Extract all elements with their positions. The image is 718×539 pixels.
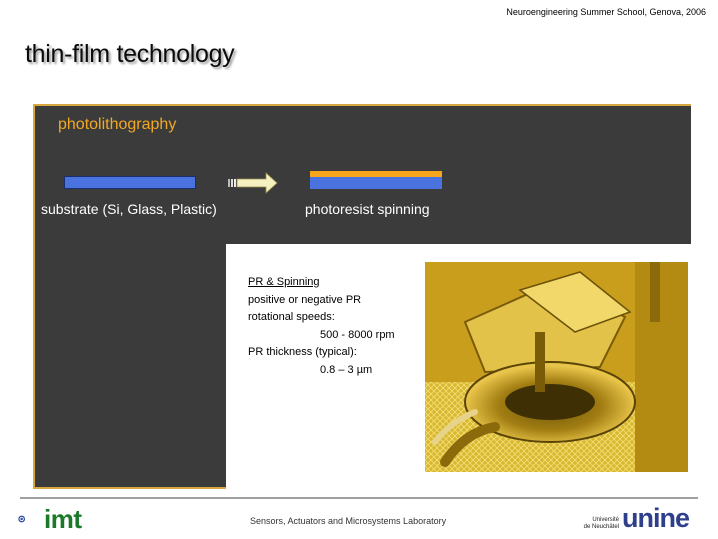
section-heading: photolithography <box>58 116 177 133</box>
unine-caption-line: de Neuchâtel <box>583 524 619 530</box>
info-box: PR & Spinning positive or negative PR ro… <box>248 274 395 379</box>
header-note: Neuroengineering Summer School, Genova, … <box>506 7 706 17</box>
info-line: rotational speeds: <box>248 311 335 323</box>
info-line: PR thickness (typical): <box>248 346 357 358</box>
unine-logo: unine <box>622 503 690 533</box>
photoresist-label: photoresist spinning <box>305 201 430 217</box>
footer-lab-name: Sensors, Actuators and Microsystems Labo… <box>250 516 447 526</box>
arrow-right-icon <box>228 172 278 194</box>
info-title: PR & Spinning <box>248 276 320 288</box>
spin-coater-photo <box>425 262 688 472</box>
coated-substrate-diagram <box>310 177 442 189</box>
slide-title: thin-film technology <box>25 40 235 68</box>
substrate-diagram <box>64 176 196 189</box>
unine-logo-caption: Université de Neuchâtel <box>583 517 619 531</box>
info-line: positive or negative PR <box>248 293 362 306</box>
info-line: 0.8 – 3 µm <box>320 363 373 376</box>
unine-caption-line: Université <box>592 517 619 523</box>
dark-panel-left <box>33 242 226 489</box>
info-line: 500 - 8000 rpm <box>320 328 395 341</box>
imt-logo-icon <box>18 515 26 523</box>
substrate-label: substrate (Si, Glass, Plastic) <box>41 201 217 217</box>
footer-divider <box>20 497 698 499</box>
imt-logo-text: imt <box>44 504 82 534</box>
